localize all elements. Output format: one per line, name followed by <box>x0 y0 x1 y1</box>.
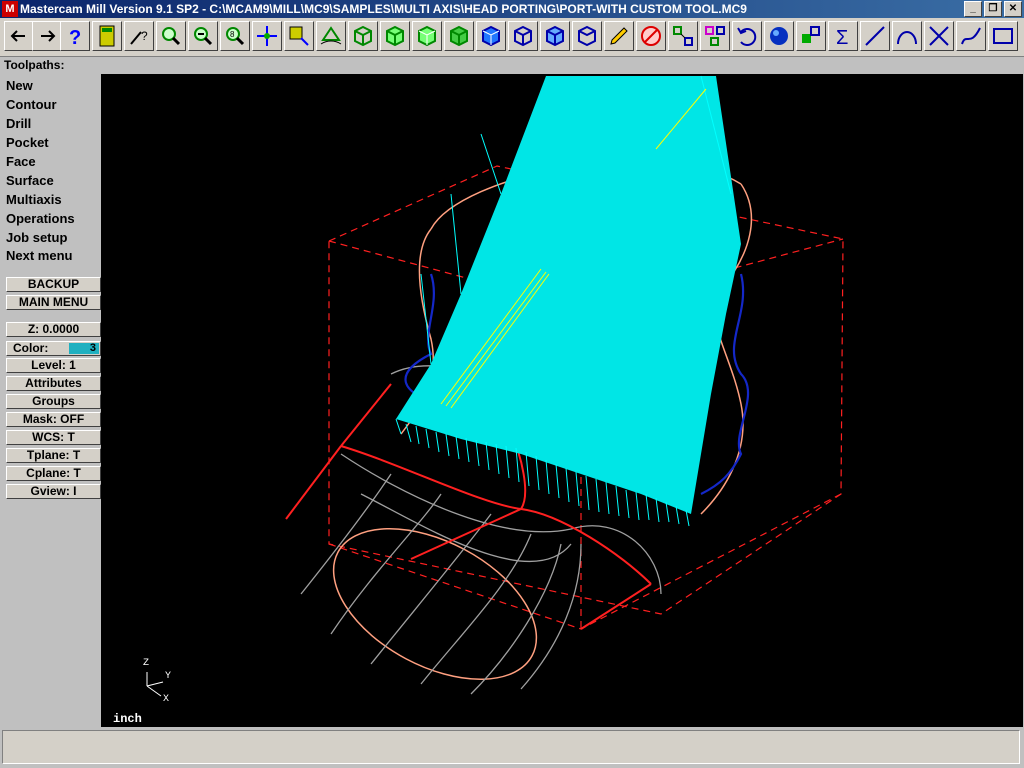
main-menu-button[interactable]: MAIN MENU <box>6 295 101 310</box>
sum-icon[interactable]: Σ <box>828 21 858 51</box>
menu-item-surface[interactable]: Surface <box>6 173 54 188</box>
view-top-icon[interactable] <box>380 21 410 51</box>
title-bar: M Mastercam Mill Version 9.1 SP2 - C:\MC… <box>0 0 1024 18</box>
close-button[interactable]: ✕ <box>1004 1 1022 17</box>
attributes-button[interactable]: Attributes <box>6 376 101 391</box>
menu-item-drill[interactable]: Drill <box>6 116 31 131</box>
view-iso-icon[interactable] <box>348 21 378 51</box>
calculator-icon[interactable] <box>92 21 122 51</box>
forward-arrow-icon[interactable] <box>32 21 62 51</box>
xform-icon[interactable] <box>668 21 698 51</box>
zoom-window-icon[interactable]: 8 <box>220 21 250 51</box>
color-label: Color: <box>13 341 49 355</box>
view-front-icon[interactable] <box>412 21 442 51</box>
zoom-icon[interactable] <box>156 21 186 51</box>
wcs-button[interactable]: WCS: T <box>6 430 101 445</box>
gview-button[interactable]: Gview: I <box>6 484 101 499</box>
undo-icon[interactable] <box>732 21 762 51</box>
menu-item-operations[interactable]: Operations <box>6 211 75 226</box>
analyze-icon[interactable]: ? <box>124 21 154 51</box>
svg-text:?: ? <box>141 29 148 43</box>
cplane-side-icon[interactable] <box>572 21 602 51</box>
app-logo-icon: M <box>2 1 18 17</box>
tplane-button[interactable]: Tplane: T <box>6 448 101 463</box>
menu-item-next-menu[interactable]: Next menu <box>6 248 72 263</box>
prompt-label: Toolpaths: <box>4 58 65 72</box>
window-title: Mastercam Mill Version 9.1 SP2 - C:\MCAM… <box>20 2 747 16</box>
menu-item-contour[interactable]: Contour <box>6 97 57 112</box>
svg-text:8: 8 <box>230 30 235 39</box>
graphics-viewport[interactable]: Z Y X inch <box>101 74 1023 727</box>
transform-icon[interactable] <box>796 21 826 51</box>
arc-icon[interactable] <box>892 21 922 51</box>
svg-text:?: ? <box>69 27 81 48</box>
axis-triad-icon <box>146 672 164 697</box>
copy-icon[interactable] <box>700 21 730 51</box>
left-menu: New Contour Drill Pocket Face Surface Mu… <box>3 74 101 726</box>
rectangle-icon[interactable] <box>988 21 1018 51</box>
mask-button[interactable]: Mask: OFF <box>6 412 101 427</box>
units-label: inch <box>113 712 142 726</box>
menu-item-multiaxis[interactable]: Multiaxis <box>6 192 62 207</box>
help-icon[interactable]: ? <box>60 21 90 51</box>
axis-label-y: Y <box>165 671 172 682</box>
pencil-icon[interactable] <box>604 21 634 51</box>
color-button[interactable]: Color: 3 <box>6 341 101 356</box>
cplane-front-icon[interactable] <box>540 21 570 51</box>
axis-label-z: Z <box>143 658 150 669</box>
backup-button[interactable]: BACKUP <box>6 277 101 292</box>
toolbar: ? ? 8 Σ <box>0 18 1024 57</box>
toolpath-lines <box>395 75 741 527</box>
back-arrow-icon[interactable] <box>4 21 34 51</box>
groups-button[interactable]: Groups <box>6 394 101 409</box>
select-icon[interactable] <box>284 21 314 51</box>
menu-item-pocket[interactable]: Pocket <box>6 135 49 150</box>
level-button[interactable]: Level: 1 <box>6 358 101 373</box>
toolpath-drawing <box>146 75 844 697</box>
minimize-button[interactable]: _ <box>964 1 982 17</box>
dynamic-rotate-icon[interactable] <box>316 21 346 51</box>
menu-item-new[interactable]: New <box>6 78 33 93</box>
cplane-iso-icon[interactable] <box>476 21 506 51</box>
cplane-button[interactable]: Cplane: T <box>6 466 101 481</box>
cplane-top-icon[interactable] <box>508 21 538 51</box>
svg-text:Σ: Σ <box>836 27 848 48</box>
delete-icon[interactable] <box>636 21 666 51</box>
restore-button[interactable]: ❐ <box>984 1 1002 17</box>
color-swatch: 3 <box>69 343 99 354</box>
spline-icon[interactable] <box>956 21 986 51</box>
z-depth-button[interactable]: Z: 0.0000 <box>6 322 101 337</box>
shade-sphere-icon[interactable] <box>764 21 794 51</box>
menu-item-job-setup[interactable]: Job setup <box>6 230 67 245</box>
view-side-icon[interactable] <box>444 21 474 51</box>
unzoom-icon[interactable] <box>188 21 218 51</box>
line-icon[interactable] <box>860 21 890 51</box>
axis-label-x: X <box>163 694 170 705</box>
pan-icon[interactable] <box>252 21 282 51</box>
menu-item-face[interactable]: Face <box>6 154 36 169</box>
status-bar <box>2 730 1020 764</box>
trim-icon[interactable] <box>924 21 954 51</box>
